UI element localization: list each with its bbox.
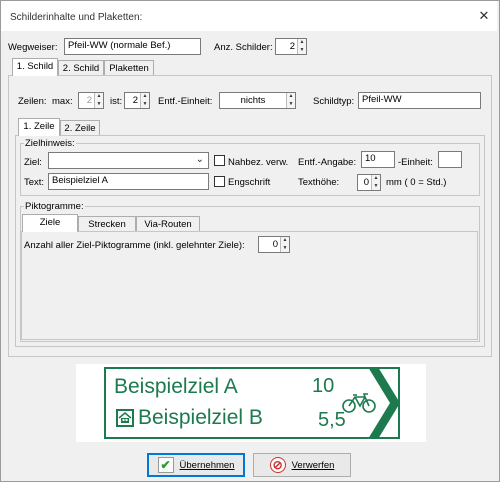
sign-line1-text: Beispielziel A xyxy=(114,375,238,398)
entf-angabe-field[interactable]: 10 xyxy=(361,151,395,168)
texthoehe-label: Texthöhe: xyxy=(298,177,340,188)
verwerfen-label: Verwerfen xyxy=(291,459,335,471)
nahbez-checkbox[interactable] xyxy=(214,155,225,166)
nahbez-label: Nahbez. verw. xyxy=(228,157,289,168)
engschrift-label: Engschrift xyxy=(228,177,271,188)
engschrift-checkbox[interactable] xyxy=(214,176,225,187)
down-arrow-icon[interactable]: ▼ xyxy=(287,101,295,108)
entf-einheit-label: Entf.-Einheit: xyxy=(158,96,213,107)
ist-stepper[interactable]: 2 ▲ ▼ xyxy=(124,92,150,109)
down-arrow-icon[interactable]: ▼ xyxy=(141,101,149,108)
up-arrow-icon[interactable]: ▲ xyxy=(372,175,380,182)
tab-2-schild[interactable]: 2. Schild xyxy=(58,60,104,76)
down-arrow-icon[interactable]: ▼ xyxy=(281,245,289,252)
tab-2-zeile[interactable]: 2. Zeile xyxy=(60,120,100,136)
up-arrow-icon[interactable]: ▲ xyxy=(298,39,306,46)
einheit-field[interactable] xyxy=(438,151,462,168)
ist-label: ist: xyxy=(110,96,123,107)
max-value: 2 xyxy=(86,95,92,106)
arrow-right-icon xyxy=(368,367,400,442)
up-arrow-icon[interactable]: ▲ xyxy=(281,237,289,244)
entf-angabe-label: Entf.-Angabe: xyxy=(298,157,357,168)
schildtyp-field[interactable]: Pfeil-WW xyxy=(358,92,481,109)
up-arrow-icon[interactable]: ▲ xyxy=(95,93,103,100)
tab-via-routen[interactable]: Via-Routen xyxy=(136,216,200,232)
zielhinweis-label: Zielhinweis: xyxy=(24,138,76,149)
window-title: Schilderinhalte und Plaketten: xyxy=(10,12,143,23)
texthoehe-stepper[interactable]: 0 ▲ ▼ xyxy=(357,174,381,191)
ist-value: 2 xyxy=(132,95,138,106)
checkmark-icon: ✔ xyxy=(157,457,174,473)
tab-1-zeile[interactable]: 1. Zeile xyxy=(18,118,60,136)
anz-schilder-value: 2 xyxy=(289,41,295,52)
up-arrow-icon[interactable]: ▲ xyxy=(287,93,295,100)
text-field[interactable]: Beispielziel A xyxy=(48,173,209,190)
anzahl-label: Anzahl aller Ziel-Piktogramme (inkl. gel… xyxy=(24,240,245,251)
up-arrow-icon[interactable]: ▲ xyxy=(141,93,149,100)
cancel-icon: ⊘ xyxy=(269,457,286,473)
down-arrow-icon[interactable]: ▼ xyxy=(298,47,306,54)
einheit-label: -Einheit: xyxy=(398,157,433,168)
down-arrow-icon[interactable]: ▼ xyxy=(95,101,103,108)
piktogramme-label: Piktogramme: xyxy=(24,201,85,212)
sign-line2-text: Beispielziel B xyxy=(138,406,263,429)
max-stepper[interactable]: 2 ▲ ▼ xyxy=(78,92,104,109)
entf-einheit-spinner[interactable]: nichts ▲ ▼ xyxy=(219,92,296,109)
tab-strecken[interactable]: Strecken xyxy=(78,216,136,232)
schildtyp-label: Schildtyp: xyxy=(313,96,355,107)
tab-ziele[interactable]: Ziele xyxy=(22,214,78,232)
chevron-down-icon[interactable]: ⌄ xyxy=(196,154,204,165)
text-label: Text: xyxy=(24,177,45,188)
anz-schilder-stepper[interactable]: 2 ▲ ▼ xyxy=(275,38,307,55)
sign-line1-distance: 10 xyxy=(312,375,335,397)
ziel-label: Ziel: xyxy=(24,157,42,168)
tab-1-schild[interactable]: 1. Schild xyxy=(12,58,58,76)
uebernehmen-label: Übernehmen xyxy=(179,459,235,471)
train-station-icon xyxy=(116,409,134,427)
wegweiser-label: Wegweiser: xyxy=(8,42,58,53)
ziel-dropdown[interactable]: ⌄ xyxy=(48,152,209,169)
verwerfen-button[interactable]: ⊘ Verwerfen xyxy=(253,453,351,477)
tab-plaketten[interactable]: Plaketten xyxy=(104,60,154,76)
anzahl-stepper[interactable]: 0 ▲ ▼ xyxy=(258,236,290,253)
texthoehe-value: 0 xyxy=(363,177,369,188)
zeilen-label: Zeilen: xyxy=(18,96,47,107)
down-arrow-icon[interactable]: ▼ xyxy=(372,183,380,190)
texthoehe-hint: mm ( 0 = Std.) xyxy=(386,177,447,188)
wegweiser-field[interactable]: Pfeil-WW (normale Bef.) xyxy=(64,38,201,55)
max-label: max: xyxy=(52,96,73,107)
close-icon[interactable]: ✕ xyxy=(474,6,494,26)
sign-preview: Beispielziel A 10 Beispielziel B 5,5 xyxy=(104,367,400,439)
uebernehmen-button[interactable]: ✔ Übernehmen xyxy=(147,453,245,477)
anz-schilder-label: Anz. Schilder: xyxy=(214,42,273,53)
entf-einheit-value: nichts xyxy=(240,95,266,106)
anzahl-value: 0 xyxy=(272,239,278,250)
